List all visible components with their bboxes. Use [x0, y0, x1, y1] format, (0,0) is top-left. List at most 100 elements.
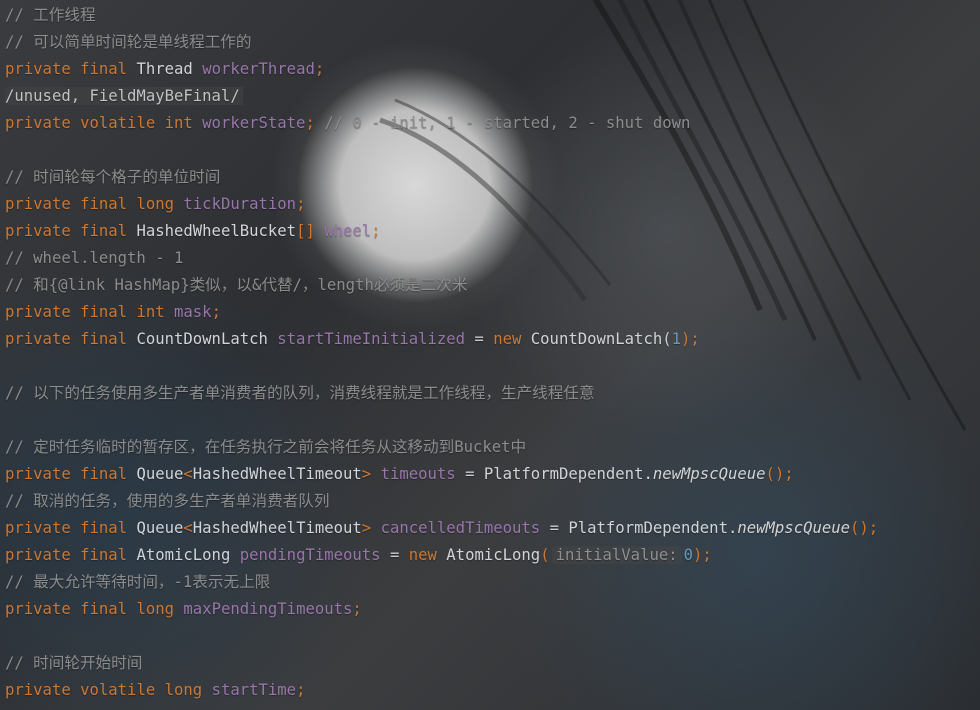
code-token: ;: [305, 114, 325, 132]
code-token: private: [5, 60, 71, 78]
code-token: volatile: [80, 681, 156, 699]
code-token: /unused, FieldMayBeFinal/: [5, 87, 243, 105]
code-token: ;: [211, 303, 221, 321]
code-line[interactable]: private final Queue<HashedWheelTimeout> …: [5, 461, 980, 488]
code-token: final: [80, 60, 128, 78]
code-token: new: [408, 546, 437, 564]
code-token: int: [164, 114, 193, 132]
code-line[interactable]: // 时间轮开始时间: [5, 650, 980, 677]
code-line[interactable]: private volatile int workerState; // 0 -…: [5, 110, 980, 137]
code-token: <: [183, 519, 193, 537]
code-token: // 可以简单时间轮是单线程工作的: [5, 33, 252, 51]
code-line[interactable]: // 取消的任务，使用的多生产者单消费者队列: [5, 488, 980, 515]
code-token: (: [540, 546, 550, 564]
code-line[interactable]: private volatile long startTime;: [5, 677, 980, 704]
code-token: newMpscQueue: [652, 465, 766, 483]
code-token: long: [164, 681, 203, 699]
code-token: ;: [314, 60, 325, 78]
code-line[interactable]: private final long tickDuration;: [5, 191, 980, 218]
code-token: CountDownLatch: [136, 330, 268, 348]
code-token: ;: [296, 681, 306, 699]
code-token: HashedWheelTimeout: [192, 519, 362, 537]
code-token: CountDownLatch: [530, 330, 663, 348]
code-token: PlatformDependent.: [568, 519, 738, 537]
code-token: (: [662, 330, 672, 348]
code-token: >: [361, 519, 372, 537]
blank-code-line[interactable]: [5, 353, 980, 380]
code-token: tickDuration: [183, 195, 297, 213]
code-line[interactable]: // 时间轮每个格子的单位时间: [5, 164, 980, 191]
code-token: Queue: [136, 465, 184, 483]
code-token: // 最大允许等待时间，-1表示无上限: [5, 573, 271, 591]
code-token: private: [5, 222, 71, 240]
code-view[interactable]: // 工作线程 // 可以简单时间轮是单线程工作的 private final Th…: [5, 2, 980, 704]
code-token: startTimeInitialized: [277, 330, 466, 348]
code-token: AtomicLong: [446, 546, 541, 564]
code-line[interactable]: // 最大允许等待时间，-1表示无上限: [5, 569, 980, 596]
code-line[interactable]: private final HashedWheelBucket[] wheel;: [5, 218, 980, 245]
code-line[interactable]: private final AtomicLong pendingTimeouts…: [5, 542, 980, 569]
blank-code-line[interactable]: [5, 623, 980, 650]
code-token: private: [5, 519, 71, 537]
code-line[interactable]: private final Thread workerThread;: [5, 56, 980, 83]
code-line[interactable]: // 工作线程: [5, 2, 980, 29]
code-token: private: [5, 681, 71, 699]
code-token: // 时间轮开始时间: [5, 654, 143, 672]
code-token: );: [681, 330, 700, 348]
code-token: // 0 - init, 1 - started, 2 - shut down: [324, 114, 691, 132]
code-token: workerState: [202, 114, 306, 132]
code-token: // wheel.length - 1: [5, 249, 184, 267]
code-token: =: [455, 465, 484, 483]
code-token: final: [80, 519, 128, 537]
code-editor[interactable]: // 工作线程 // 可以简单时间轮是单线程工作的 private final Th…: [0, 0, 980, 710]
code-token: ;: [352, 600, 362, 618]
code-token: HashedWheelTimeout: [192, 465, 362, 483]
code-line[interactable]: // 可以简单时间轮是单线程工作的: [5, 29, 980, 56]
code-token: private: [5, 546, 71, 564]
code-token: // 时间轮每个格子的单位时间: [5, 168, 221, 186]
code-line[interactable]: // 定时任务临时的暂存区，在任务执行之前会将任务从这移动到Bucket中: [5, 434, 980, 461]
code-line[interactable]: // wheel.length - 1: [5, 245, 980, 272]
code-line[interactable]: /unused, FieldMayBeFinal/: [5, 83, 980, 110]
code-token: new: [493, 330, 522, 348]
code-token: PlatformDependent.: [483, 465, 653, 483]
code-token: );: [693, 546, 712, 564]
code-line[interactable]: private final CountDownLatch startTimeIn…: [5, 326, 980, 353]
code-line[interactable]: // 以下的任务使用多生产者单消费者的队列，消费线程就是工作线程，生产线程任意: [5, 380, 980, 407]
code-line[interactable]: private final long maxPendingTimeouts;: [5, 596, 980, 623]
code-token: // 以下的任务使用多生产者单消费者的队列，消费线程就是工作线程，生产线程任意: [5, 384, 595, 402]
blank-code-line[interactable]: [5, 137, 980, 164]
code-token: =: [465, 330, 494, 348]
code-token: final: [80, 546, 128, 564]
blank-code-line[interactable]: [5, 407, 980, 434]
code-token: AtomicLong: [136, 546, 231, 564]
code-token: final: [80, 195, 128, 213]
code-line[interactable]: private final Queue<HashedWheelTimeout> …: [5, 515, 980, 542]
code-token: timeouts: [380, 465, 456, 483]
code-token: cancelledTimeouts: [380, 519, 541, 537]
code-token: final: [80, 465, 128, 483]
code-token: final: [80, 222, 128, 240]
code-token: []: [296, 222, 315, 240]
code-token: // 取消的任务，使用的多生产者单消费者队列: [5, 492, 330, 510]
code-token: private: [5, 330, 71, 348]
code-token: final: [80, 303, 128, 321]
code-line[interactable]: private final int mask;: [5, 299, 980, 326]
code-line[interactable]: // 和{@link HashMap}类似，以&代替/，length必须是二次米: [5, 272, 980, 299]
